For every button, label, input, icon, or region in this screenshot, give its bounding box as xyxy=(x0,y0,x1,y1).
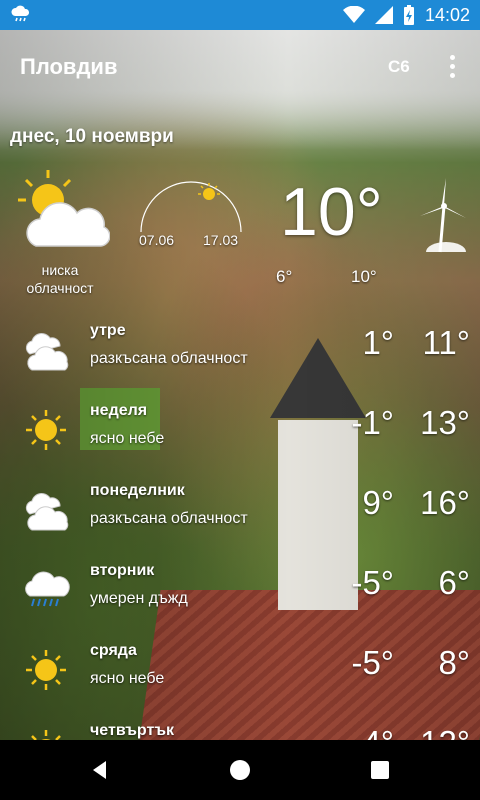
clouds-icon xyxy=(25,333,69,371)
forecast-max: 8° xyxy=(438,644,470,681)
more-vert-icon[interactable] xyxy=(444,52,460,82)
status-bar: 14:02 xyxy=(0,0,480,30)
forecast-min: 9° xyxy=(362,484,394,521)
forecast-max: 11° xyxy=(422,324,470,361)
current-condition: ниска облачност xyxy=(26,262,94,296)
sun-arc-icon xyxy=(140,181,242,233)
forecast-max: 6° xyxy=(438,564,470,601)
today-low: 6° xyxy=(276,267,293,286)
forecast-min: -5° xyxy=(351,564,394,601)
forecast-min: 1° xyxy=(362,324,394,361)
partly-cloudy-icon xyxy=(18,170,110,247)
forecast-row[interactable]: неделя ясно небе -1° 13° xyxy=(0,402,480,480)
forecast-day: сряда xyxy=(90,642,137,659)
forecast-day: утре xyxy=(90,322,126,339)
forecast-day: понеделник xyxy=(90,482,185,499)
today-high: 10° xyxy=(351,267,377,286)
wind-turbine-icon xyxy=(420,178,466,253)
forecast-min: -5° xyxy=(351,644,394,681)
forecast-desc: умерен дъжд xyxy=(90,590,188,607)
forecast-min: -1° xyxy=(351,404,394,441)
forecast-row[interactable]: вторник умерен дъжд -5° 6° xyxy=(0,562,480,640)
forecast-desc: ясно небе xyxy=(90,430,165,447)
wifi-icon xyxy=(342,6,365,23)
forecast-day: неделя xyxy=(90,402,148,419)
recents-icon[interactable] xyxy=(368,758,392,782)
sunset-time: 17.03 xyxy=(203,232,239,248)
sun-icon xyxy=(26,650,66,690)
navigation-bar xyxy=(0,740,480,800)
signal-icon xyxy=(374,6,393,24)
back-icon[interactable] xyxy=(88,758,112,782)
status-time: 14:02 xyxy=(424,4,470,25)
forecast-day: вторник xyxy=(90,562,155,579)
home-icon[interactable] xyxy=(228,758,252,782)
date-label: днес, 10 ноември xyxy=(10,126,174,147)
battery-charging-icon xyxy=(403,5,414,25)
forecast-row[interactable]: утре разкъсана облачност 1° 11° xyxy=(0,322,480,400)
cloud-rain-icon xyxy=(11,5,30,22)
forecast-desc: разкъсана облачност xyxy=(90,350,248,367)
forecast-max: 13° xyxy=(420,404,470,441)
forecast-row[interactable]: понеделник разкъсана облачност 9° 16° xyxy=(0,482,480,560)
forecast-desc: ясно небе xyxy=(90,670,165,687)
forecast-row[interactable]: сряда ясно небе -5° 8° xyxy=(0,642,480,720)
city-title: Пловдив xyxy=(20,54,118,79)
forecast-day: четвъртък xyxy=(90,722,174,739)
forecast-row[interactable]: четвъртък 4° 12° xyxy=(0,722,480,740)
forecast-max: 16° xyxy=(420,484,470,521)
forecast-min: 4° xyxy=(362,724,394,740)
unit-button[interactable]: C6 xyxy=(388,57,410,77)
current-temperature: 10° xyxy=(280,174,383,250)
app-bar: Пловдив C6 xyxy=(0,30,480,102)
sunrise-time: 07.06 xyxy=(139,232,175,248)
rain-icon xyxy=(25,571,70,607)
clouds-icon xyxy=(25,493,69,531)
sun-icon xyxy=(31,730,61,740)
sun-icon xyxy=(26,410,66,450)
forecast-max: 12° xyxy=(420,724,470,740)
forecast-desc: разкъсана облачност xyxy=(90,510,248,527)
